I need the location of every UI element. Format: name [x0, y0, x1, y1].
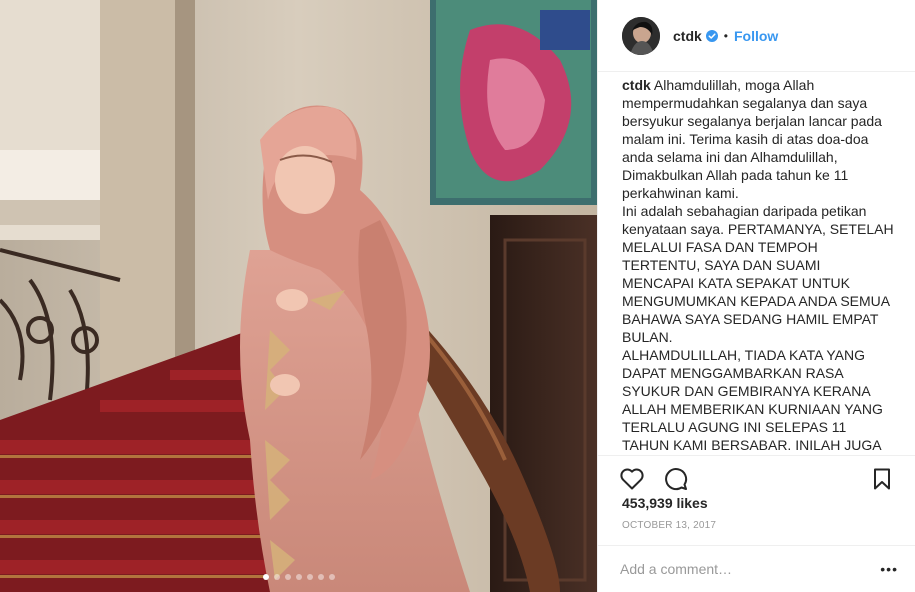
likes-count[interactable]: 453,939 likes [622, 495, 708, 511]
carousel-dot[interactable] [328, 574, 335, 580]
carousel-dot[interactable] [306, 574, 313, 580]
post-caption: ctdk Alhamdulillah, moga Allah mempermud… [622, 76, 894, 454]
post-actions [598, 455, 915, 495]
post-photo[interactable] [0, 0, 597, 592]
photo-illustration [0, 0, 597, 592]
header-username[interactable]: ctdk [673, 28, 702, 44]
like-button[interactable] [618, 465, 646, 493]
carousel-dot[interactable] [317, 574, 324, 580]
caption-text: Alhamdulillah, moga Allah mempermudahkan… [622, 77, 894, 453]
carousel-dot[interactable] [295, 574, 302, 580]
comment-input[interactable] [620, 561, 881, 577]
heart-icon [620, 467, 644, 489]
post-sidebar: ctdk • Follow ctdk Alhamdulillah, moga A… [597, 0, 915, 592]
bookmark-icon [874, 468, 890, 489]
carousel-dot[interactable] [273, 574, 280, 580]
comment-bubble-icon [665, 467, 688, 490]
carousel-dot[interactable] [262, 574, 269, 580]
header-separator: • [723, 28, 728, 43]
caption-author[interactable]: ctdk [622, 77, 651, 93]
comment-bar: ••• [598, 545, 915, 592]
verified-badge-icon [705, 29, 718, 42]
carousel-dot[interactable] [284, 574, 291, 580]
save-button[interactable] [868, 465, 896, 493]
avatar-image [622, 16, 660, 55]
post-header: ctdk • Follow [598, 0, 915, 72]
comment-button[interactable] [662, 465, 690, 493]
more-options-icon[interactable]: ••• [880, 561, 898, 577]
carousel-indicator [0, 574, 597, 580]
post-date[interactable]: OCTOBER 13, 2017 [622, 520, 716, 531]
follow-button[interactable]: Follow [734, 28, 778, 44]
avatar[interactable] [622, 16, 660, 55]
